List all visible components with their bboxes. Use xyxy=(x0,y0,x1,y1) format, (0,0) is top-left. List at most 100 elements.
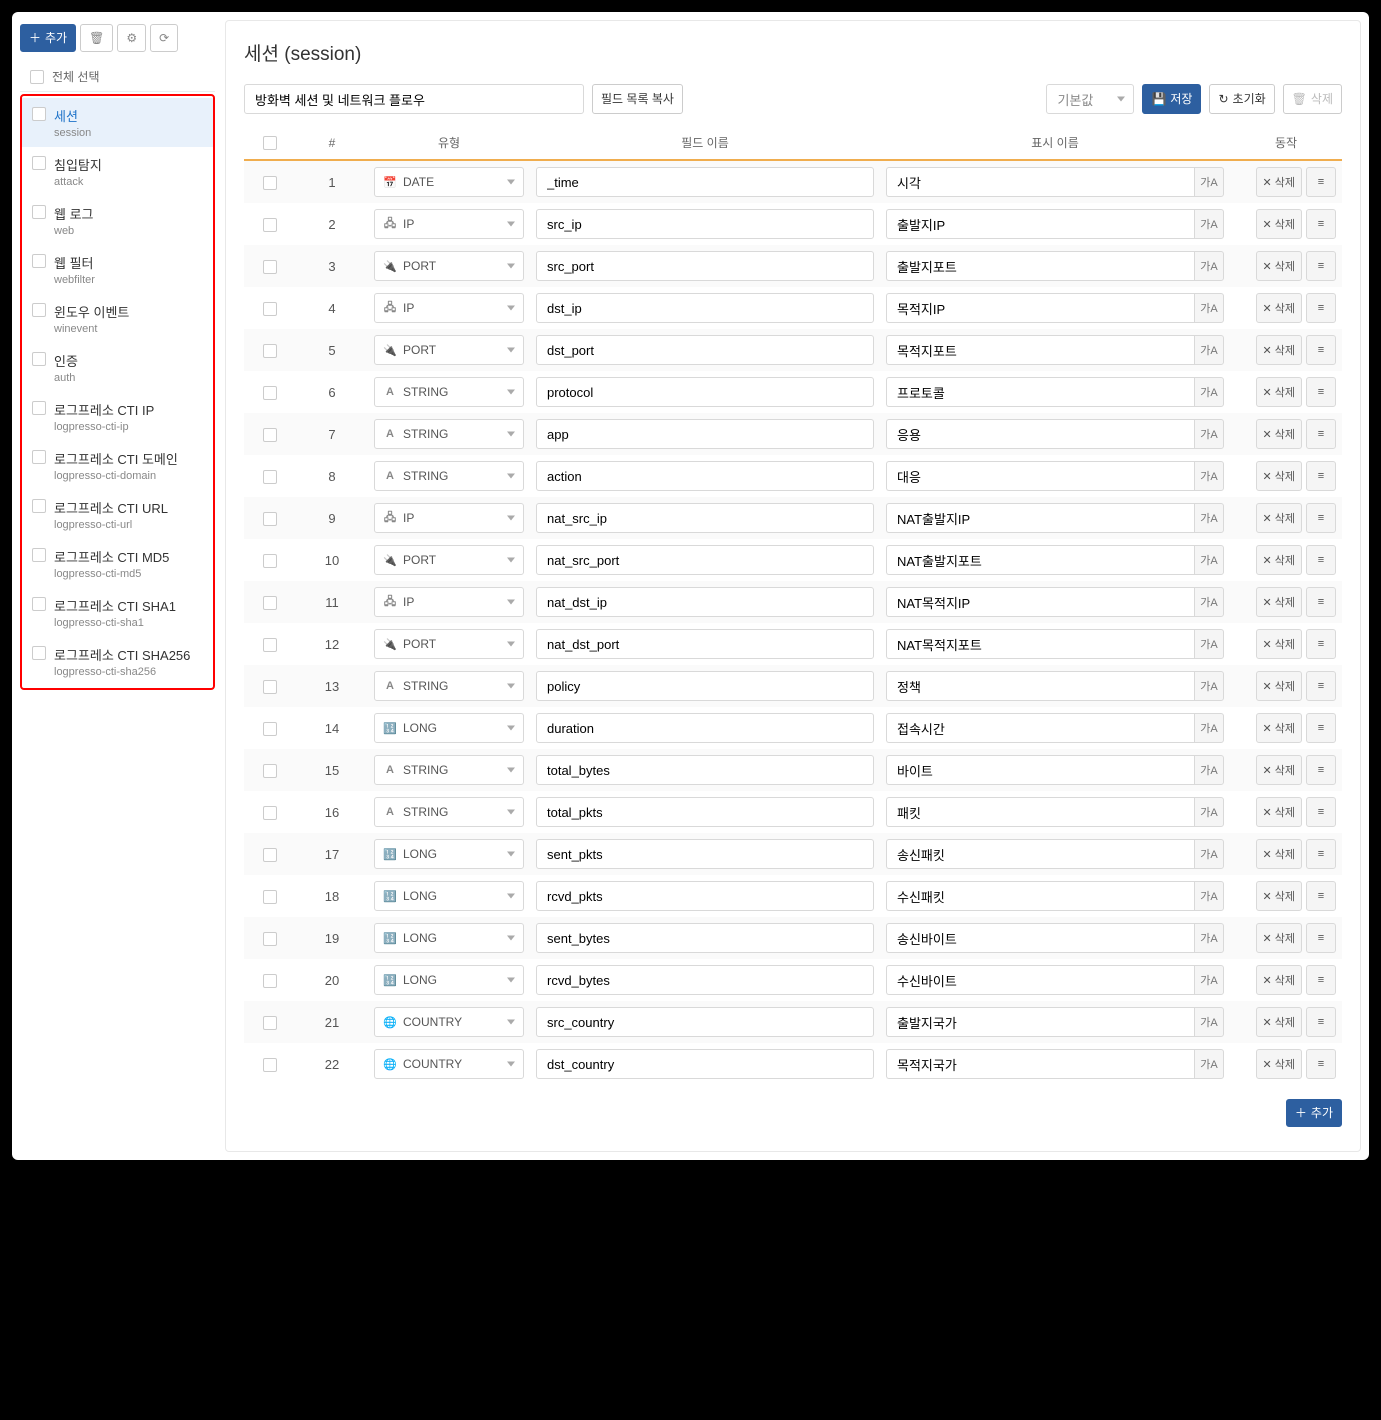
row-checkbox[interactable] xyxy=(263,596,277,610)
row-delete-button[interactable]: ✕ 삭제 xyxy=(1256,629,1302,659)
row-delete-button[interactable]: ✕ 삭제 xyxy=(1256,965,1302,995)
type-select[interactable]: 🖧 IP xyxy=(374,209,524,239)
add-row-button[interactable]: ＋ 추가 xyxy=(1286,1099,1342,1127)
display-name-input[interactable] xyxy=(886,335,1194,365)
row-delete-button[interactable]: ✕ 삭제 xyxy=(1256,881,1302,911)
row-menu-button[interactable]: ≡ xyxy=(1306,419,1336,449)
display-name-input[interactable] xyxy=(886,629,1194,659)
row-delete-button[interactable]: ✕ 삭제 xyxy=(1256,587,1302,617)
type-select[interactable]: 🔢 LONG xyxy=(374,839,524,869)
locale-button[interactable]: 가A xyxy=(1194,545,1224,575)
row-delete-button[interactable]: ✕ 삭제 xyxy=(1256,251,1302,281)
field-name-input[interactable] xyxy=(536,419,874,449)
type-select[interactable]: 🔢 LONG xyxy=(374,965,524,995)
row-menu-button[interactable]: ≡ xyxy=(1306,587,1336,617)
display-name-input[interactable] xyxy=(886,797,1194,827)
row-menu-button[interactable]: ≡ xyxy=(1306,335,1336,365)
display-name-input[interactable] xyxy=(886,671,1194,701)
type-select[interactable]: 🖧 IP xyxy=(374,587,524,617)
sidebar-item-checkbox[interactable] xyxy=(32,499,46,513)
row-menu-button[interactable]: ≡ xyxy=(1306,839,1336,869)
sidebar-item-logpresso-cti-sha1[interactable]: 로그프레소 CTI SHA1 logpresso-cti-sha1 xyxy=(22,588,213,637)
sidebar-item-logpresso-cti-domain[interactable]: 로그프레소 CTI 도메인 logpresso-cti-domain xyxy=(22,441,213,490)
display-name-input[interactable] xyxy=(886,881,1194,911)
sidebar-item-auth[interactable]: 인증 auth xyxy=(22,343,213,392)
field-name-input[interactable] xyxy=(536,671,874,701)
field-name-input[interactable] xyxy=(536,1049,874,1079)
row-menu-button[interactable]: ≡ xyxy=(1306,923,1336,953)
sidebar-item-webfilter[interactable]: 웹 필터 webfilter xyxy=(22,245,213,294)
select-all-rows-checkbox[interactable] xyxy=(263,136,277,150)
display-name-input[interactable] xyxy=(886,377,1194,407)
locale-button[interactable]: 가A xyxy=(1194,1049,1224,1079)
locale-button[interactable]: 가A xyxy=(1194,335,1224,365)
display-name-input[interactable] xyxy=(886,167,1194,197)
display-name-input[interactable] xyxy=(886,545,1194,575)
sidebar-item-checkbox[interactable] xyxy=(32,303,46,317)
row-menu-button[interactable]: ≡ xyxy=(1306,755,1336,785)
sidebar-item-logpresso-cti-ip[interactable]: 로그프레소 CTI IP logpresso-cti-ip xyxy=(22,392,213,441)
display-name-input[interactable] xyxy=(886,713,1194,743)
refresh-button[interactable]: ⟳ xyxy=(150,24,178,52)
type-select[interactable]: 🔢 LONG xyxy=(374,923,524,953)
row-menu-button[interactable]: ≡ xyxy=(1306,671,1336,701)
sidebar-item-logpresso-cti-sha256[interactable]: 로그프레소 CTI SHA256 logpresso-cti-sha256 xyxy=(22,637,213,686)
type-select[interactable]: 🖧 IP xyxy=(374,293,524,323)
row-menu-button[interactable]: ≡ xyxy=(1306,209,1336,239)
row-checkbox[interactable] xyxy=(263,722,277,736)
field-name-input[interactable] xyxy=(536,629,874,659)
row-checkbox[interactable] xyxy=(263,932,277,946)
sidebar-item-checkbox[interactable] xyxy=(32,352,46,366)
row-menu-button[interactable]: ≡ xyxy=(1306,167,1336,197)
row-delete-button[interactable]: ✕ 삭제 xyxy=(1256,839,1302,869)
sidebar-item-logpresso-cti-md5[interactable]: 로그프레소 CTI MD5 logpresso-cti-md5 xyxy=(22,539,213,588)
type-select[interactable]: 🌐 COUNTRY xyxy=(374,1049,524,1079)
field-name-input[interactable] xyxy=(536,167,874,197)
type-select[interactable]: 📅 DATE xyxy=(374,167,524,197)
sidebar-item-winevent[interactable]: 윈도우 이벤트 winevent xyxy=(22,294,213,343)
locale-button[interactable]: 가A xyxy=(1194,755,1224,785)
locale-button[interactable]: 가A xyxy=(1194,167,1224,197)
row-menu-button[interactable]: ≡ xyxy=(1306,503,1336,533)
sidebar-item-attack[interactable]: 침입탐지 attack xyxy=(22,147,213,196)
field-name-input[interactable] xyxy=(536,713,874,743)
row-checkbox[interactable] xyxy=(263,806,277,820)
row-delete-button[interactable]: ✕ 삭제 xyxy=(1256,713,1302,743)
row-delete-button[interactable]: ✕ 삭제 xyxy=(1256,419,1302,449)
field-name-input[interactable] xyxy=(536,377,874,407)
row-checkbox[interactable] xyxy=(263,974,277,988)
field-name-input[interactable] xyxy=(536,251,874,281)
display-name-input[interactable] xyxy=(886,755,1194,785)
row-delete-button[interactable]: ✕ 삭제 xyxy=(1256,755,1302,785)
row-delete-button[interactable]: ✕ 삭제 xyxy=(1256,377,1302,407)
locale-button[interactable]: 가A xyxy=(1194,419,1224,449)
row-checkbox[interactable] xyxy=(263,554,277,568)
type-select[interactable]: A STRING xyxy=(374,797,524,827)
sidebar-item-checkbox[interactable] xyxy=(32,548,46,562)
row-delete-button[interactable]: ✕ 삭제 xyxy=(1256,335,1302,365)
locale-button[interactable]: 가A xyxy=(1194,461,1224,491)
row-delete-button[interactable]: ✕ 삭제 xyxy=(1256,293,1302,323)
row-menu-button[interactable]: ≡ xyxy=(1306,881,1336,911)
display-name-input[interactable] xyxy=(886,209,1194,239)
locale-button[interactable]: 가A xyxy=(1194,209,1224,239)
delete-button[interactable]: 🗑 삭제 xyxy=(1283,84,1342,114)
row-checkbox[interactable] xyxy=(263,260,277,274)
copy-fields-button[interactable]: 필드 목록 복사 xyxy=(592,84,683,114)
type-select[interactable]: A STRING xyxy=(374,461,524,491)
type-select[interactable]: 🔢 LONG xyxy=(374,713,524,743)
row-checkbox[interactable] xyxy=(263,218,277,232)
display-name-input[interactable] xyxy=(886,293,1194,323)
locale-button[interactable]: 가A xyxy=(1194,881,1224,911)
row-delete-button[interactable]: ✕ 삭제 xyxy=(1256,461,1302,491)
display-name-input[interactable] xyxy=(886,251,1194,281)
row-delete-button[interactable]: ✕ 삭제 xyxy=(1256,923,1302,953)
sidebar-item-checkbox[interactable] xyxy=(32,401,46,415)
field-name-input[interactable] xyxy=(536,923,874,953)
field-name-input[interactable] xyxy=(536,965,874,995)
reset-button[interactable]: ↻ 초기화 xyxy=(1209,84,1274,114)
type-select[interactable]: A STRING xyxy=(374,671,524,701)
row-checkbox[interactable] xyxy=(263,848,277,862)
locale-button[interactable]: 가A xyxy=(1194,251,1224,281)
locale-button[interactable]: 가A xyxy=(1194,1007,1224,1037)
